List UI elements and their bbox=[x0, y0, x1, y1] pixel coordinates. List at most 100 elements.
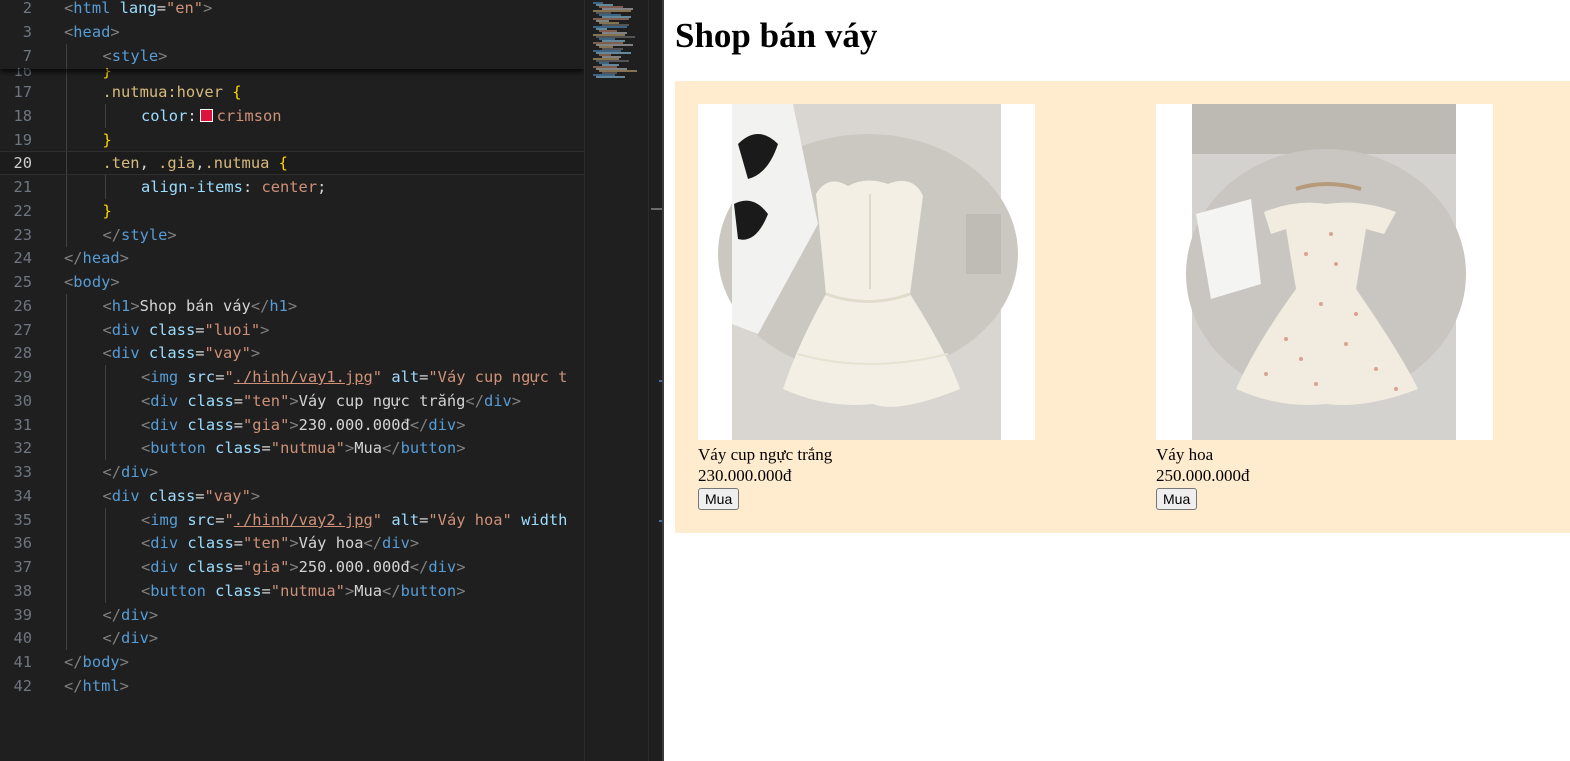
code-line[interactable]: 39 </div> bbox=[0, 603, 584, 627]
indent-guide bbox=[66, 436, 67, 460]
indent-guide bbox=[66, 152, 67, 174]
code-token: Váy hoa bbox=[298, 534, 364, 552]
code-line[interactable]: 28 <div class="vay"> bbox=[0, 341, 584, 365]
code-token: div bbox=[150, 392, 179, 410]
code-token: "en" bbox=[166, 0, 204, 17]
code-line[interactable]: 35 <img src="./hinh/vay2.jpg" alt="Váy ho… bbox=[0, 508, 584, 532]
code-line[interactable]: 37 <div class="gia">250.000.000đ</div> bbox=[0, 555, 584, 579]
minimap[interactable] bbox=[584, 0, 649, 761]
code-token: > bbox=[148, 629, 159, 647]
line-number: 25 bbox=[13, 273, 32, 291]
code-line[interactable]: 30 <div class="ten">Váy cup ngực trắng</d… bbox=[0, 389, 584, 413]
code-token: > bbox=[456, 416, 466, 434]
indent-guide bbox=[104, 413, 106, 437]
code-line[interactable]: 2 <html lang="en"> bbox=[0, 0, 584, 20]
code-line[interactable]: 40 </div> bbox=[0, 626, 584, 650]
code-token: } bbox=[102, 131, 112, 149]
code-token: </ bbox=[64, 677, 83, 695]
indent-guide bbox=[66, 318, 67, 342]
code-token: < bbox=[141, 368, 151, 386]
code-line[interactable]: 32 <button class="nutmua">Mua</button> bbox=[0, 436, 584, 460]
code-token: div bbox=[111, 344, 140, 362]
code-token: = bbox=[233, 558, 243, 576]
code-token: </ bbox=[64, 653, 83, 671]
code-line[interactable]: 36 <div class="ten">Váy hoa</div> bbox=[0, 531, 584, 555]
code-token: div bbox=[150, 534, 179, 552]
code-token: src bbox=[187, 368, 216, 386]
indent-guide bbox=[66, 484, 67, 508]
code-token: Váy cup ngực trắng bbox=[298, 392, 466, 410]
code-token: > bbox=[287, 297, 298, 315]
line-number: 39 bbox=[13, 606, 32, 624]
buy-button[interactable]: Mua bbox=[698, 488, 740, 510]
code-line[interactable]: 34 <div class="vay"> bbox=[0, 484, 584, 508]
code-token: > bbox=[119, 249, 129, 267]
code-line[interactable]: 42 </html> bbox=[0, 674, 584, 698]
code-line[interactable]: 27 <div class="luoi"> bbox=[0, 318, 584, 342]
indent-guide bbox=[66, 413, 67, 437]
code-token: = bbox=[156, 0, 166, 17]
code-token: = bbox=[261, 582, 271, 600]
code-token: < bbox=[141, 439, 151, 457]
code-line[interactable]: 3 <head> bbox=[0, 20, 584, 44]
buy-button[interactable]: Mua bbox=[1156, 488, 1198, 510]
code-line[interactable]: 24 </head> bbox=[0, 246, 584, 270]
code-line[interactable]: 41 </body> bbox=[0, 650, 584, 674]
product-name: Váy hoa bbox=[1156, 445, 1214, 464]
code-line[interactable]: 18 color: crimson bbox=[0, 104, 584, 128]
code-line[interactable]: 23 </style> bbox=[0, 223, 584, 247]
code-line[interactable]: 29 <img src="./hinh/vay1.jpg" alt="Váy cu… bbox=[0, 365, 584, 389]
split-divider[interactable] bbox=[662, 0, 664, 761]
code-line[interactable]: 33 </div> bbox=[0, 460, 584, 484]
code-line[interactable]: 38 <button class="nutmua">Mua</button> bbox=[0, 579, 584, 603]
code-line[interactable]: 22} bbox=[0, 199, 584, 223]
code-line[interactable]: 7 <style> bbox=[0, 44, 584, 68]
code-token: img bbox=[150, 368, 179, 386]
code-token: > bbox=[289, 416, 299, 434]
code-token: crimson bbox=[216, 107, 282, 125]
code-token: Mua bbox=[354, 439, 383, 457]
code-token: class bbox=[187, 416, 234, 434]
code-token: class bbox=[187, 558, 234, 576]
code-line[interactable]: 25 <body> bbox=[0, 270, 584, 294]
code-area[interactable]: 2 <html lang="en"> 3 <head> 7 <style> 16} 17 .nu… bbox=[0, 0, 584, 761]
code-line[interactable]: 17 .nutmua:hover { bbox=[0, 80, 584, 104]
code-text: <img src="./hinh/vay2.jpg" alt="Váy hoa"… bbox=[141, 508, 567, 532]
code-token: = bbox=[419, 368, 429, 386]
code-token: </ bbox=[102, 629, 122, 647]
line-number: 36 bbox=[13, 534, 32, 552]
code-line[interactable]: 19} bbox=[0, 128, 584, 152]
code-token: button bbox=[400, 582, 457, 600]
code-token: < bbox=[102, 297, 112, 315]
code-token: div bbox=[111, 321, 140, 339]
code-line[interactable]: 20 .ten, .gia,.nutmua { bbox=[0, 151, 584, 175]
minimap-line bbox=[596, 76, 625, 78]
editor-scrollbar[interactable] bbox=[648, 0, 663, 761]
code-line[interactable]: 21 align-items: center; bbox=[0, 175, 584, 199]
code-token: align-items bbox=[141, 178, 243, 196]
code-token: head bbox=[73, 23, 111, 41]
indent-guide bbox=[104, 104, 106, 128]
code-token: 230.000.000đ bbox=[298, 416, 410, 434]
code-token: alt bbox=[391, 511, 420, 529]
code-token: </ bbox=[382, 439, 401, 457]
line-number: 41 bbox=[13, 653, 32, 671]
code-line[interactable]: 31 <div class="gia">230.000.000đ</div> bbox=[0, 413, 584, 437]
code-token: style bbox=[121, 226, 168, 244]
color-swatch-icon[interactable] bbox=[199, 109, 213, 122]
code-token: { bbox=[232, 83, 242, 101]
code-line[interactable]: 26 <h1>Shop bán váy</h1> bbox=[0, 294, 584, 318]
code-token: > bbox=[110, 273, 120, 291]
code-text: </div> bbox=[103, 603, 159, 627]
code-token: div bbox=[150, 416, 179, 434]
code-token: </ bbox=[64, 249, 83, 267]
code-token: < bbox=[102, 487, 112, 505]
code-editor[interactable]: 2 <html lang="en"> 3 <head> 7 <style> 16} 17 .nu… bbox=[0, 0, 664, 761]
